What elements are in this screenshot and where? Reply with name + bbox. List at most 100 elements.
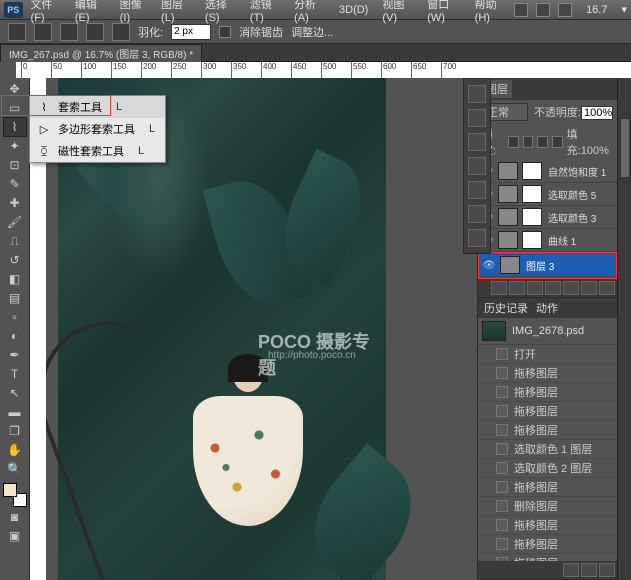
opacity-input[interactable]: 100% — [581, 106, 613, 120]
tool-preset-icon[interactable] — [8, 23, 26, 41]
trash-icon[interactable] — [599, 281, 615, 295]
mb-icon-3[interactable] — [558, 3, 572, 17]
panel-icon[interactable] — [468, 109, 486, 127]
snapshot-name: IMG_2678.psd — [512, 325, 584, 337]
menu-analysis[interactable]: 分析(A) — [288, 0, 331, 26]
sel-new-icon[interactable] — [34, 23, 52, 41]
layer-row[interactable]: 👁自然饱和度 1 — [478, 160, 617, 183]
quickmask-tool[interactable]: ◙ — [4, 508, 26, 526]
sel-int-icon[interactable] — [112, 23, 130, 41]
sel-add-icon[interactable] — [60, 23, 78, 41]
link-icon[interactable] — [491, 281, 507, 295]
menu-layer[interactable]: 图层(L) — [155, 0, 197, 26]
menu-3d[interactable]: 3D(D) — [333, 2, 374, 18]
eraser-tool[interactable]: ◧ — [4, 270, 26, 288]
panel-icon[interactable] — [468, 157, 486, 175]
refine-edge-button[interactable]: 调整边... — [291, 24, 333, 40]
history-item[interactable]: 拖移图层 — [478, 478, 617, 497]
feather-input[interactable] — [171, 24, 211, 40]
blur-tool[interactable]: ∘ — [4, 308, 26, 326]
document-tab[interactable]: IMG_267.psd @ 16.7% (图层 3, RGB/8) * — [0, 44, 202, 62]
new-layer-icon[interactable] — [581, 281, 597, 295]
history-snapshot[interactable]: IMG_2678.psd — [478, 318, 617, 345]
hist-new-doc-icon[interactable] — [563, 563, 579, 577]
menu-select[interactable]: 选择(S) — [199, 0, 242, 26]
flyout-mag-lasso[interactable]: ⧲ 磁性套索工具 L — [30, 140, 165, 162]
sel-sub-icon[interactable] — [86, 23, 104, 41]
history-item[interactable]: 打开 — [478, 345, 617, 364]
history-item[interactable]: 拖移图层 — [478, 364, 617, 383]
scrollbar-vertical[interactable] — [617, 78, 631, 580]
history-item[interactable]: 选取颜色 2 图层 — [478, 459, 617, 478]
hist-trash-icon[interactable] — [599, 563, 615, 577]
wand-tool[interactable]: ✦ — [4, 137, 26, 155]
type-tool[interactable]: T — [4, 365, 26, 383]
history-item[interactable]: 拖移图层 — [478, 516, 617, 535]
hist-snapshot-icon[interactable] — [581, 563, 597, 577]
history-item[interactable]: 拖移图层 — [478, 535, 617, 554]
lock-trans-icon[interactable] — [508, 136, 519, 148]
zoom-tool[interactable]: 🔍 — [4, 460, 26, 478]
color-swatch[interactable] — [3, 483, 27, 507]
flyout-poly-lasso[interactable]: ▷ 多边形套索工具 L — [30, 118, 165, 140]
dodge-tool[interactable]: ◐ — [4, 327, 26, 345]
stamp-tool[interactable]: ⎍ — [4, 232, 26, 250]
brush-tool[interactable]: 🖌 — [4, 213, 26, 231]
pen-tool[interactable]: ✒ — [4, 346, 26, 364]
fx-icon[interactable] — [509, 281, 525, 295]
crop-tool[interactable]: ⊡ — [4, 156, 26, 174]
actions-tab[interactable]: 动作 — [536, 300, 558, 316]
screenmode-tool[interactable]: ▣ — [4, 527, 26, 545]
menu-filter[interactable]: 滤镜(T) — [244, 0, 286, 26]
flyout-lasso[interactable]: ⌇ 套索工具 L — [30, 96, 165, 118]
history-item[interactable]: 拖移图层 — [478, 554, 617, 561]
mb-icon-2[interactable] — [536, 3, 550, 17]
panel-icon[interactable] — [468, 85, 486, 103]
history-item[interactable]: 拖移图层 — [478, 421, 617, 440]
shape-tool[interactable]: ▬ — [4, 403, 26, 421]
highlight-box: 👁图层 3 — [478, 252, 617, 279]
mb-icon-1[interactable] — [514, 3, 528, 17]
panel-icon[interactable] — [468, 181, 486, 199]
watermark-url: http://photo.poco.cn — [268, 350, 356, 361]
antialias-check[interactable] — [219, 26, 231, 38]
marquee-tool[interactable]: ▭ — [4, 99, 26, 117]
move-tool[interactable]: ✥ — [4, 80, 26, 98]
menu-window[interactable]: 窗口(W) — [421, 0, 466, 26]
mask-icon[interactable] — [527, 281, 543, 295]
adj-icon[interactable] — [545, 281, 561, 295]
lock-all-icon[interactable] — [552, 136, 563, 148]
lasso-tool[interactable]: ⌇ — [4, 118, 26, 136]
history-step-label: 删除图层 — [514, 498, 558, 514]
layer-row[interactable]: 👁选取颜色 5 — [478, 183, 617, 206]
history-item[interactable]: 拖移图层 — [478, 383, 617, 402]
ruler-horizontal[interactable]: 0 50 100 150 200 250 300 350 400 450 500… — [16, 62, 631, 78]
zoom-value[interactable]: 16.7 — [580, 2, 613, 18]
hand-tool[interactable]: ✋ — [4, 441, 26, 459]
history-brush-tool[interactable]: ↺ — [4, 251, 26, 269]
gradient-tool[interactable]: ▤ — [4, 289, 26, 307]
menu-view[interactable]: 视图(V) — [376, 0, 419, 26]
history-item[interactable]: 删除图层 — [478, 497, 617, 516]
eyedropper-tool[interactable]: ✎ — [4, 175, 26, 193]
group-icon[interactable] — [563, 281, 579, 295]
layer-row[interactable]: 👁图层 3 — [480, 254, 615, 277]
3d-tool[interactable]: ❒ — [4, 422, 26, 440]
layer-row[interactable]: 👁曲线 1 — [478, 229, 617, 252]
lock-pos-icon[interactable] — [537, 136, 548, 148]
fill-input[interactable]: 100% — [581, 145, 609, 157]
layer-row[interactable]: 👁选取颜色 3 — [478, 206, 617, 229]
history-item[interactable]: 选取颜色 1 图层 — [478, 440, 617, 459]
lock-pixel-icon[interactable] — [523, 136, 534, 148]
heal-tool[interactable]: ✚ — [4, 194, 26, 212]
panel-icon[interactable] — [468, 205, 486, 223]
ruler-tick: 700 — [441, 62, 456, 78]
panel-icon[interactable] — [468, 133, 486, 151]
layer-mask — [522, 231, 542, 249]
path-tool[interactable]: ↖ — [4, 384, 26, 402]
menu-help[interactable]: 帮助(H) — [469, 0, 512, 26]
history-tab[interactable]: 历史记录 — [484, 300, 528, 316]
visibility-icon[interactable]: 👁 — [482, 258, 496, 272]
panel-icon[interactable] — [468, 229, 486, 247]
history-item[interactable]: 拖移图层 — [478, 402, 617, 421]
